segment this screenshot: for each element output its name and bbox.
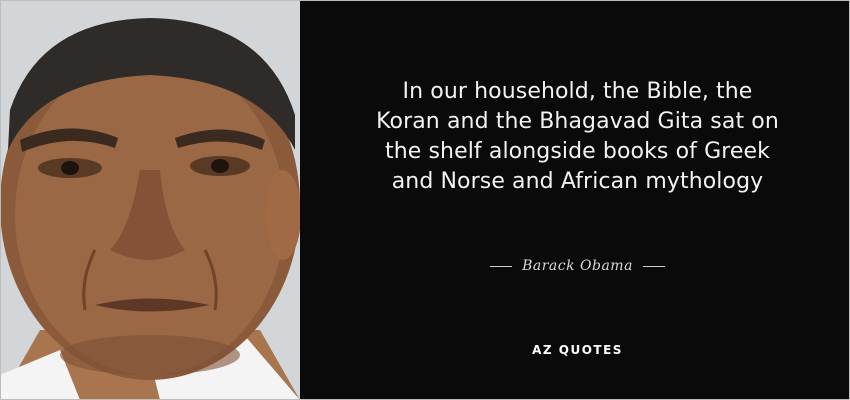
quote-text: In our household, the Bible, the Koran a… xyxy=(305,77,850,197)
author-attribution: Barack Obama xyxy=(305,258,850,274)
right-dash-divider xyxy=(642,265,665,267)
author-name: Barack Obama xyxy=(522,258,633,274)
brand-logo: AZ QUOTES xyxy=(532,343,623,357)
quote-line: Koran and the Bhagavad Gita sat on xyxy=(376,109,779,134)
portrait-illustration xyxy=(0,0,300,400)
quote-line: and Norse and African mythology xyxy=(391,169,764,194)
quote-card: In our household, the Bible, the Koran a… xyxy=(0,0,850,400)
quote-line: In our household, the Bible, the xyxy=(402,79,753,104)
quote-line: the shelf alongside books of Greek xyxy=(384,139,771,164)
author-portrait xyxy=(0,0,300,400)
left-dash-divider xyxy=(490,265,513,267)
